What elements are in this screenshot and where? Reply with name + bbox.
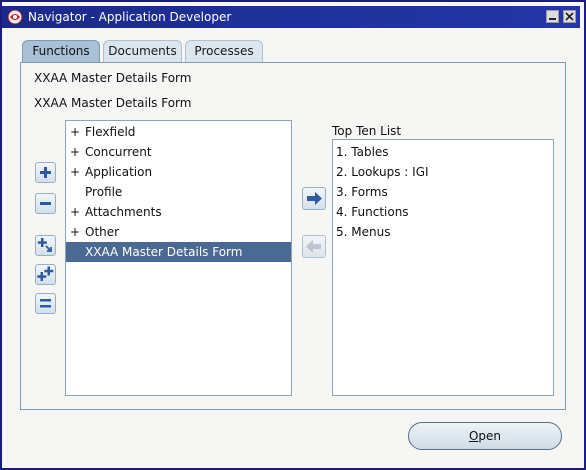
expand-plus-icon: +	[70, 205, 81, 219]
expand-plus-icon: +	[70, 125, 81, 139]
oracle-app-icon	[7, 9, 23, 25]
tree-item-application[interactable]: + Application	[66, 162, 291, 182]
tree-item-label: XXAA Master Details Form	[85, 245, 243, 259]
tree-item-label: Attachments	[85, 205, 162, 219]
context-line-2: XXAA Master Details Form	[34, 96, 192, 110]
minimize-button[interactable]	[546, 10, 559, 23]
tree-item-other[interactable]: + Other	[66, 222, 291, 242]
functions-tree[interactable]: + Flexfield + Concurrent + Application P…	[65, 120, 292, 396]
expand-all-button[interactable]	[35, 264, 56, 285]
tree-item-label: Profile	[85, 185, 123, 199]
expand-plus-icon: +	[70, 225, 81, 239]
expand-plus-icon: +	[70, 145, 81, 159]
top-ten-item[interactable]: 5. Menus	[336, 222, 390, 242]
expand-button[interactable]	[35, 162, 56, 183]
tree-item-label: Application	[85, 165, 153, 179]
tab-functions[interactable]: Functions	[22, 40, 100, 62]
open-label-rest: pen	[478, 429, 502, 443]
collapse-button[interactable]	[35, 193, 56, 214]
close-button[interactable]	[563, 10, 576, 23]
tree-item-label: Flexfield	[85, 125, 136, 139]
tree-item-xxaa-master-details-form[interactable]: XXAA Master Details Form	[66, 242, 291, 262]
open-button[interactable]: Open	[408, 422, 562, 450]
tree-item-flexfield[interactable]: + Flexfield	[66, 122, 291, 142]
open-mnemonic: O	[468, 429, 479, 443]
expand-plus-icon: +	[70, 165, 81, 179]
top-ten-item[interactable]: 1. Tables	[336, 142, 389, 162]
top-ten-item[interactable]: 4. Functions	[336, 202, 409, 222]
tree-item-attachments[interactable]: + Attachments	[66, 202, 291, 222]
tree-item-profile[interactable]: Profile	[66, 182, 291, 202]
tree-item-label: Concurrent	[85, 145, 152, 159]
tree-item-label: Other	[85, 225, 120, 239]
remove-from-top-ten-button[interactable]	[302, 235, 326, 258]
title-bar[interactable]: Navigator - Application Developer	[2, 6, 580, 28]
tree-item-concurrent[interactable]: + Concurrent	[66, 142, 291, 162]
collapse-all-button[interactable]	[35, 293, 56, 314]
add-to-top-ten-button[interactable]	[302, 187, 326, 210]
top-ten-label: Top Ten List	[332, 124, 402, 138]
top-ten-item[interactable]: 2. Lookups : IGI	[336, 162, 429, 182]
top-ten-item[interactable]: 3. Forms	[336, 182, 388, 202]
tab-processes[interactable]: Processes	[185, 40, 263, 62]
window-title: Navigator - Application Developer	[28, 10, 232, 24]
expand-branch-button[interactable]	[35, 235, 56, 256]
context-line-1: XXAA Master Details Form	[34, 71, 192, 85]
top-ten-list[interactable]: 1. Tables 2. Lookups : IGI 3. Forms 4. F…	[332, 139, 554, 396]
tab-documents[interactable]: Documents	[103, 40, 182, 62]
